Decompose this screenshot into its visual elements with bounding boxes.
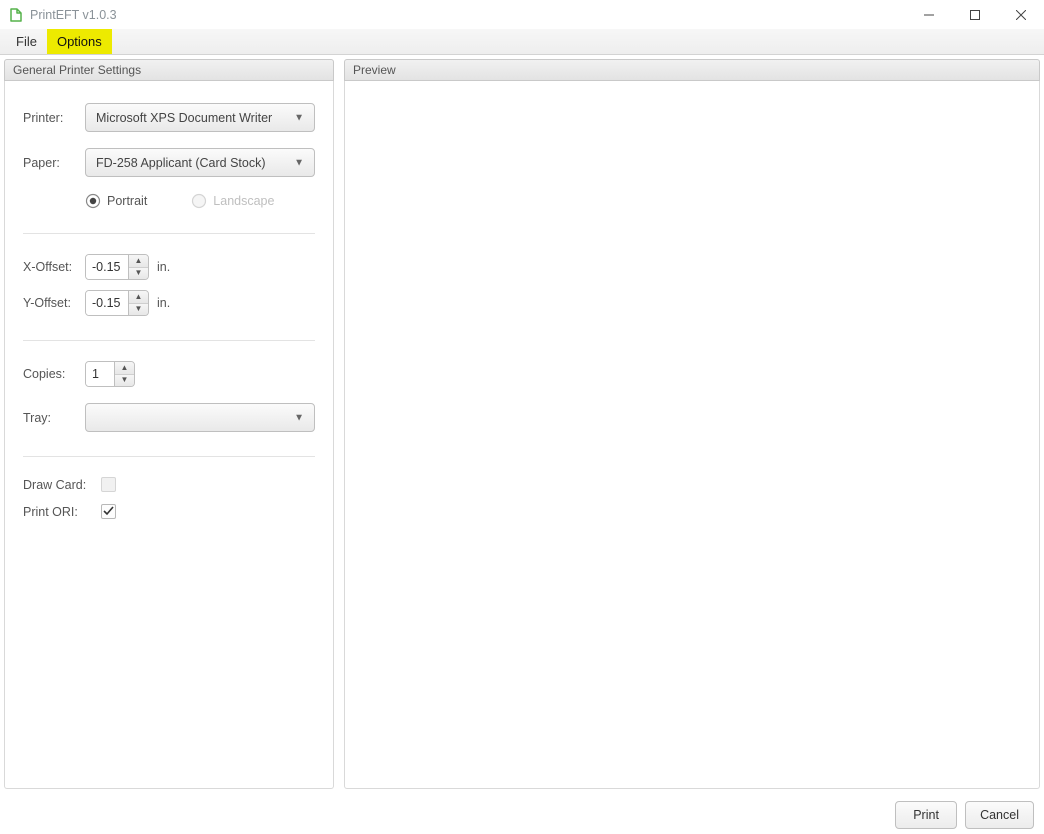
menubar: File Options bbox=[0, 29, 1044, 55]
chevron-down-icon: ▼ bbox=[294, 412, 304, 423]
yoffset-stepper[interactable]: ▲ ▼ bbox=[85, 290, 149, 316]
copies-label: Copies: bbox=[23, 367, 85, 381]
printori-checkbox[interactable] bbox=[101, 504, 116, 519]
yoffset-unit: in. bbox=[157, 296, 170, 310]
divider bbox=[23, 233, 315, 234]
paper-select-value: FD-258 Applicant (Card Stock) bbox=[96, 156, 266, 170]
copies-step-up[interactable]: ▲ bbox=[115, 362, 134, 375]
close-button[interactable] bbox=[998, 0, 1044, 29]
yoffset-step-down[interactable]: ▼ bbox=[129, 304, 148, 316]
tray-select[interactable]: ▼ bbox=[85, 403, 315, 432]
printer-label: Printer: bbox=[23, 111, 85, 125]
portrait-radio-label: Portrait bbox=[107, 194, 147, 208]
copies-step-down[interactable]: ▼ bbox=[115, 375, 134, 387]
app-icon bbox=[8, 7, 24, 23]
maximize-button[interactable] bbox=[952, 0, 998, 29]
cancel-button[interactable]: Cancel bbox=[965, 801, 1034, 829]
settings-panel: General Printer Settings Printer: Micros… bbox=[4, 59, 334, 789]
copies-input[interactable] bbox=[86, 362, 114, 386]
window-title: PrintEFT v1.0.3 bbox=[30, 8, 117, 22]
drawcard-label: Draw Card: bbox=[23, 478, 93, 492]
printori-label: Print ORI: bbox=[23, 505, 93, 519]
yoffset-label: Y-Offset: bbox=[23, 296, 85, 310]
menu-file[interactable]: File bbox=[6, 29, 47, 54]
minimize-button[interactable] bbox=[906, 0, 952, 29]
copies-stepper[interactable]: ▲ ▼ bbox=[85, 361, 135, 387]
xoffset-step-down[interactable]: ▼ bbox=[129, 268, 148, 280]
xoffset-label: X-Offset: bbox=[23, 260, 85, 274]
settings-panel-header: General Printer Settings bbox=[4, 59, 334, 81]
xoffset-input[interactable] bbox=[86, 255, 128, 279]
drawcard-checkbox bbox=[101, 477, 116, 492]
chevron-down-icon: ▼ bbox=[294, 157, 304, 168]
paper-label: Paper: bbox=[23, 156, 85, 170]
print-button[interactable]: Print bbox=[895, 801, 957, 829]
landscape-radio-label: Landscape bbox=[213, 194, 274, 208]
xoffset-stepper[interactable]: ▲ ▼ bbox=[85, 254, 149, 280]
preview-panel: Preview bbox=[344, 59, 1040, 789]
xoffset-unit: in. bbox=[157, 260, 170, 274]
menu-options[interactable]: Options bbox=[47, 29, 112, 54]
titlebar: PrintEFT v1.0.3 bbox=[0, 0, 1044, 29]
yoffset-step-up[interactable]: ▲ bbox=[129, 291, 148, 304]
printer-select-value: Microsoft XPS Document Writer bbox=[96, 111, 272, 125]
footer: Print Cancel bbox=[0, 795, 1044, 834]
chevron-down-icon: ▼ bbox=[294, 112, 304, 123]
printer-select[interactable]: Microsoft XPS Document Writer ▼ bbox=[85, 103, 315, 132]
landscape-radio: Landscape bbox=[191, 193, 274, 209]
divider bbox=[23, 340, 315, 341]
yoffset-input[interactable] bbox=[86, 291, 128, 315]
portrait-radio[interactable]: Portrait bbox=[85, 193, 147, 209]
window-controls bbox=[906, 0, 1044, 29]
xoffset-step-up[interactable]: ▲ bbox=[129, 255, 148, 268]
preview-area bbox=[344, 81, 1040, 789]
tray-label: Tray: bbox=[23, 411, 85, 425]
divider bbox=[23, 456, 315, 457]
preview-panel-header: Preview bbox=[344, 59, 1040, 81]
content-area: General Printer Settings Printer: Micros… bbox=[0, 55, 1044, 795]
paper-select[interactable]: FD-258 Applicant (Card Stock) ▼ bbox=[85, 148, 315, 177]
